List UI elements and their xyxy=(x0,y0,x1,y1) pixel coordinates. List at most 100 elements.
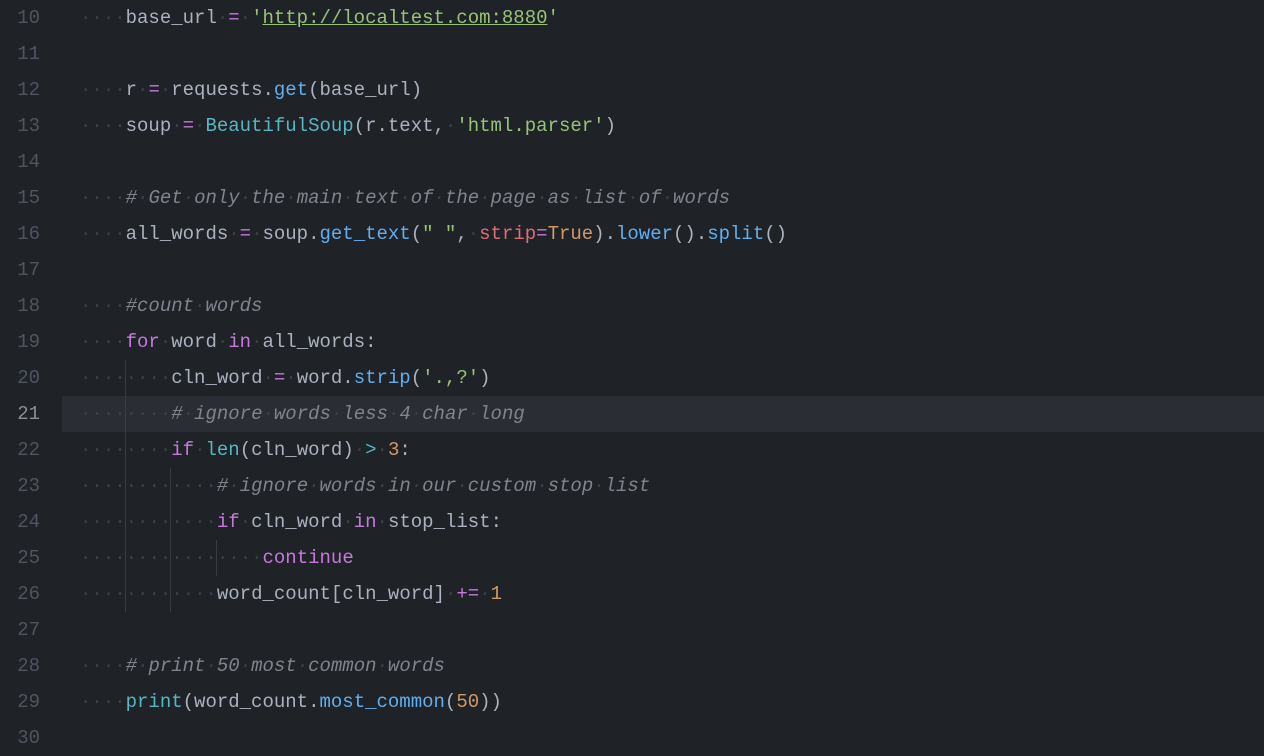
code-token: stop_list xyxy=(388,511,491,533)
code-token: ) xyxy=(605,115,616,137)
code-line[interactable]: ····base_url·=·'http://localtest.com:888… xyxy=(62,0,1264,36)
code-token: : xyxy=(491,511,502,533)
code-token: ) xyxy=(411,79,422,101)
indent-guide xyxy=(125,468,126,504)
line-number: 17 xyxy=(0,252,40,288)
code-token: ( xyxy=(308,79,319,101)
code-token: . xyxy=(342,367,353,389)
code-token: r xyxy=(126,79,137,101)
line-number: 13 xyxy=(0,108,40,144)
code-token: ( xyxy=(240,439,251,461)
code-line[interactable] xyxy=(62,720,1264,756)
code-token: () xyxy=(764,223,787,245)
indent-guide xyxy=(125,396,126,432)
indent-guide xyxy=(170,504,171,540)
code-token: 'html.parser' xyxy=(456,115,604,137)
code-line[interactable]: ····r·=·requests.get(base_url) xyxy=(62,72,1264,108)
code-line[interactable]: ····#·print·50·most·common·words xyxy=(62,648,1264,684)
code-token: ( xyxy=(354,115,365,137)
code-token: = xyxy=(536,223,547,245)
code-token: ' xyxy=(548,7,559,29)
code-token: word xyxy=(171,331,217,353)
code-token: #count·words xyxy=(126,295,263,317)
line-number: 24 xyxy=(0,504,40,540)
code-line[interactable] xyxy=(62,252,1264,288)
line-number: 20 xyxy=(0,360,40,396)
line-number: 23 xyxy=(0,468,40,504)
code-line[interactable]: ····#count·words xyxy=(62,288,1264,324)
code-token: . xyxy=(377,115,388,137)
code-token: ) xyxy=(491,691,502,713)
code-editor[interactable]: 1011121314151617181920212223242526272829… xyxy=(0,0,1264,754)
code-line[interactable]: ········cln_word·=·word.strip('.,?') xyxy=(62,360,1264,396)
code-token: strip xyxy=(354,367,411,389)
code-token: = xyxy=(240,223,251,245)
code-token: if xyxy=(217,511,240,533)
code-token: in xyxy=(228,331,251,353)
code-token: True xyxy=(548,223,594,245)
code-token: : xyxy=(399,439,410,461)
code-token: r xyxy=(365,115,376,137)
code-token: all_words xyxy=(126,223,229,245)
code-token: () xyxy=(673,223,696,245)
code-token: = xyxy=(228,7,239,29)
code-line[interactable]: ····soup·=·BeautifulSoup(r.text,·'html.p… xyxy=(62,108,1264,144)
code-token: [ xyxy=(331,583,342,605)
line-number: 26 xyxy=(0,576,40,612)
code-token: . xyxy=(308,223,319,245)
line-number: 21 xyxy=(0,396,40,432)
indent-guide xyxy=(125,540,126,576)
line-number: 28 xyxy=(0,648,40,684)
indent-guide xyxy=(125,360,126,396)
code-token: len xyxy=(205,439,239,461)
code-token: , xyxy=(434,115,445,137)
code-token: = xyxy=(183,115,194,137)
code-token: ' xyxy=(251,7,262,29)
code-token: , xyxy=(456,223,467,245)
code-token: 1 xyxy=(491,583,502,605)
code-line[interactable]: ········#·ignore·words·less·4·char·long xyxy=(62,396,1264,432)
code-token: most_common xyxy=(319,691,444,713)
code-token: cln_word xyxy=(171,367,262,389)
code-token: . xyxy=(696,223,707,245)
code-token: print xyxy=(126,691,183,713)
code-token: get_text xyxy=(319,223,410,245)
code-token: " " xyxy=(422,223,456,245)
code-token: '.,?' xyxy=(422,367,479,389)
code-token: : xyxy=(365,331,376,353)
line-number: 15 xyxy=(0,180,40,216)
code-line[interactable]: ····for·word·in·all_words: xyxy=(62,324,1264,360)
code-token: ( xyxy=(411,223,422,245)
code-token: split xyxy=(707,223,764,245)
code-line[interactable]: ········if·len(cln_word)·>·3: xyxy=(62,432,1264,468)
code-token: if xyxy=(171,439,194,461)
code-token: > xyxy=(365,439,376,461)
code-line[interactable]: ····print(word_count.most_common(50)) xyxy=(62,684,1264,720)
line-number: 25 xyxy=(0,540,40,576)
code-token: ) xyxy=(479,691,490,713)
code-area[interactable]: ····base_url·=·'http://localtest.com:888… xyxy=(62,0,1264,754)
code-token: lower xyxy=(616,223,673,245)
code-line[interactable] xyxy=(62,36,1264,72)
code-line[interactable] xyxy=(62,612,1264,648)
code-token: += xyxy=(456,583,479,605)
code-token: ] xyxy=(434,583,445,605)
code-token: ( xyxy=(445,691,456,713)
code-token: = xyxy=(148,79,159,101)
code-token: . xyxy=(308,691,319,713)
code-token: soup xyxy=(126,115,172,137)
code-token: ) xyxy=(342,439,353,461)
code-token: word xyxy=(297,367,343,389)
code-token: = xyxy=(274,367,285,389)
code-line[interactable]: ····#·Get·only·the·main·text·of·the·page… xyxy=(62,180,1264,216)
code-line[interactable]: ····all_words·=·soup.get_text(" ",·strip… xyxy=(62,216,1264,252)
code-token: ( xyxy=(411,367,422,389)
code-line[interactable]: ············word_count[cln_word]·+=·1 xyxy=(62,576,1264,612)
code-token: http://localtest.com:8880 xyxy=(262,7,547,29)
code-line[interactable]: ············#·ignore·words·in·our·custom… xyxy=(62,468,1264,504)
code-line[interactable] xyxy=(62,144,1264,180)
indent-guide xyxy=(125,576,126,612)
code-token: soup xyxy=(262,223,308,245)
code-line[interactable]: ················continue xyxy=(62,540,1264,576)
code-line[interactable]: ············if·cln_word·in·stop_list: xyxy=(62,504,1264,540)
